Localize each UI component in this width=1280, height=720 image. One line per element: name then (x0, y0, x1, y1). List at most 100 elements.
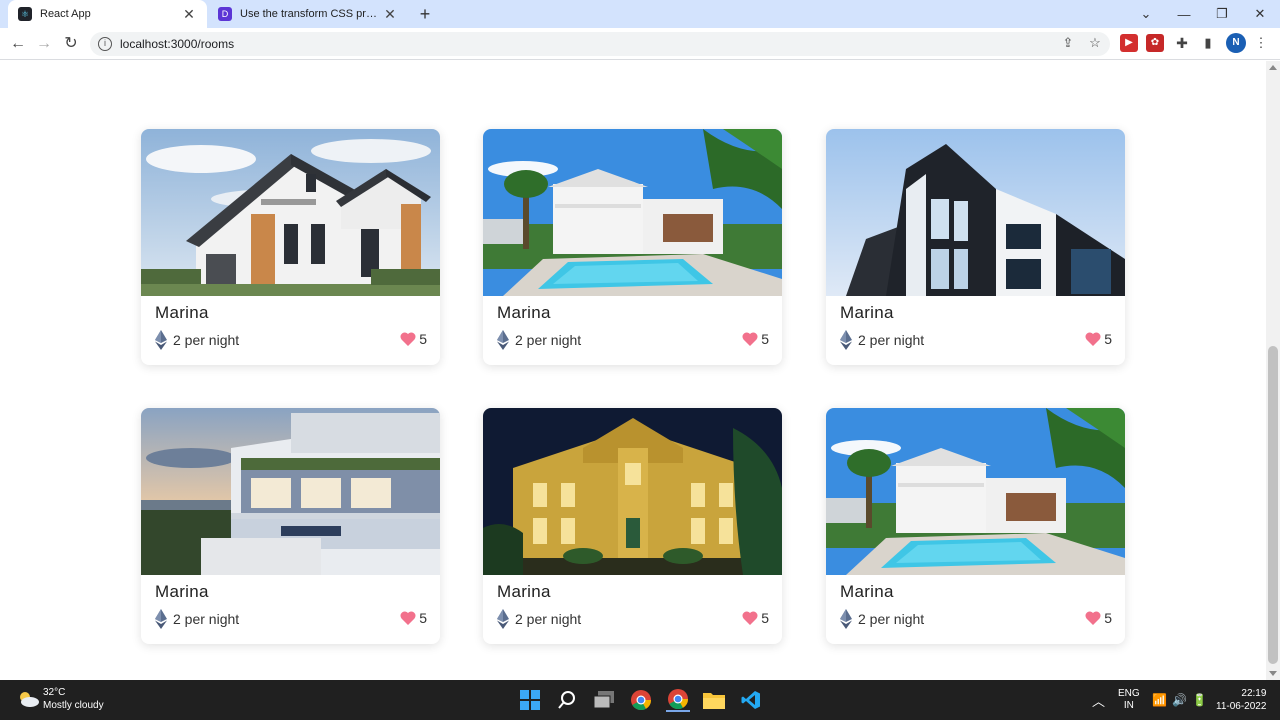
modern-gabled-house-photo (141, 129, 440, 296)
room-price: 2 per night (155, 609, 239, 629)
room-price-text: 2 per night (515, 332, 582, 348)
room-likes[interactable]: 5 (400, 610, 427, 626)
room-card[interactable]: Marina 2 per night 5 (483, 129, 782, 365)
room-likes[interactable]: 5 (742, 610, 769, 626)
chrome-profile-active-icon[interactable] (666, 688, 690, 712)
close-tab-icon[interactable]: ✕ (181, 6, 197, 23)
scroll-down-arrow-icon[interactable] (1269, 671, 1277, 676)
room-likes[interactable]: 5 (742, 331, 769, 347)
show-hidden-icons-icon[interactable]: ︿ (1092, 680, 1105, 720)
rooms-page: Marina 2 per night 5 Marina 2 per night … (0, 61, 1266, 680)
clock-date: 11-06-2022 (1216, 701, 1267, 712)
likes-count: 5 (1104, 331, 1112, 347)
reload-icon[interactable]: ↻ (59, 32, 83, 56)
close-window-icon[interactable]: ✕ (1241, 0, 1279, 28)
forward-icon[interactable]: → (32, 32, 56, 56)
lit-mansion-night-photo (483, 408, 782, 575)
room-price-text: 2 per night (173, 611, 240, 627)
scrollbar-thumb[interactable] (1268, 346, 1278, 664)
cloudy-weather-icon (20, 692, 39, 707)
windows-start-icon[interactable] (518, 688, 542, 712)
likes-count: 5 (419, 610, 427, 626)
ethereum-icon (840, 609, 852, 629)
ethereum-icon (155, 609, 167, 629)
browser-menu-icon[interactable]: ⋮ (1250, 32, 1272, 54)
windows-taskbar: 32°C Mostly cloudy ︿ ENG IN 📶 🔊 🔋 22:19 … (0, 680, 1280, 720)
share-icon[interactable]: ⇪ (1057, 32, 1079, 54)
heart-icon[interactable] (1085, 611, 1101, 625)
red-extension-icon[interactable]: ✿ (1146, 34, 1164, 52)
heart-icon[interactable] (400, 611, 416, 625)
room-name: Marina (840, 303, 894, 322)
room-price-text: 2 per night (858, 611, 925, 627)
room-price: 2 per night (840, 330, 924, 350)
heart-icon[interactable] (1085, 332, 1101, 346)
room-card[interactable]: Marina 2 per night 5 (141, 408, 440, 644)
ethereum-icon (840, 330, 852, 350)
react-favicon-icon: ⚛ (18, 7, 32, 21)
address-bar[interactable]: i localhost:3000/rooms (90, 32, 1110, 56)
room-name: Marina (497, 582, 551, 601)
dark-modern-building-photo (826, 129, 1125, 296)
close-tab-icon[interactable]: ✕ (382, 6, 398, 23)
site-info-icon[interactable]: i (98, 37, 112, 51)
villa-with-pool-photo (826, 408, 1125, 575)
language-indicator[interactable]: ENG IN (1118, 680, 1140, 720)
back-icon[interactable]: ← (6, 32, 30, 56)
battery-icon[interactable]: 🔋 (1192, 680, 1207, 720)
file-explorer-icon[interactable] (702, 688, 726, 712)
heart-icon[interactable] (742, 332, 758, 346)
room-card[interactable]: Marina 2 per night 5 (141, 129, 440, 365)
room-likes[interactable]: 5 (1085, 610, 1112, 626)
tab-title: React App (40, 8, 91, 20)
room-card[interactable]: Marina 2 per night 5 (483, 408, 782, 644)
vscode-icon[interactable] (739, 688, 763, 712)
clock[interactable]: 22:19 11-06-2022 (1216, 680, 1266, 720)
wifi-icon[interactable]: 📶 (1152, 680, 1167, 720)
scroll-up-arrow-icon[interactable] (1269, 65, 1277, 70)
room-price-text: 2 per night (858, 332, 925, 348)
new-tab-button[interactable]: + (414, 3, 436, 25)
room-name: Marina (155, 582, 209, 601)
maximize-icon[interactable]: ❐ (1203, 0, 1241, 28)
room-price-text: 2 per night (173, 332, 240, 348)
tab-transform-css[interactable]: D Use the transform CSS property t ✕ (208, 0, 408, 28)
profile-avatar[interactable]: N (1226, 33, 1246, 53)
room-card[interactable]: Marina 2 per night 5 (826, 408, 1125, 644)
task-view-icon[interactable] (592, 688, 616, 712)
heart-icon[interactable] (400, 332, 416, 346)
likes-count: 5 (761, 610, 769, 626)
likes-count: 5 (761, 331, 769, 347)
url-text: localhost:3000/rooms (120, 37, 235, 51)
dev-site-favicon-icon: D (218, 7, 232, 21)
weather-temperature: 32°C (43, 687, 66, 698)
region-code: IN (1123, 700, 1134, 711)
tab-search-icon[interactable]: ⌄ (1127, 0, 1165, 28)
room-price: 2 per night (497, 609, 581, 629)
side-panel-icon[interactable]: ▮ (1197, 32, 1219, 54)
chrome-icon[interactable] (629, 688, 653, 712)
heart-icon[interactable] (742, 611, 758, 625)
search-icon[interactable] (555, 688, 579, 712)
likes-count: 5 (1104, 610, 1112, 626)
minimize-icon[interactable]: — (1165, 0, 1203, 28)
youtube-extension-icon[interactable]: ▶ (1120, 34, 1138, 52)
rooftop-terrace-photo (141, 408, 440, 575)
volume-icon[interactable]: 🔊 (1172, 680, 1187, 720)
room-card[interactable]: Marina 2 per night 5 (826, 129, 1125, 365)
page-scrollbar[interactable] (1266, 61, 1280, 680)
room-name: Marina (155, 303, 209, 322)
ethereum-icon (497, 609, 509, 629)
room-name: Marina (840, 582, 894, 601)
ethereum-icon (155, 330, 167, 350)
room-price: 2 per night (155, 330, 239, 350)
room-price: 2 per night (497, 330, 581, 350)
room-likes[interactable]: 5 (400, 331, 427, 347)
tab-react-app[interactable]: ⚛ React App ✕ (8, 0, 207, 28)
extensions-puzzle-icon[interactable]: ✚ (1171, 32, 1193, 54)
bookmark-star-icon[interactable]: ☆ (1084, 32, 1106, 54)
weather-widget[interactable]: 32°C Mostly cloudy (16, 686, 104, 712)
room-likes[interactable]: 5 (1085, 331, 1112, 347)
tab-strip: ⚛ React App ✕ D Use the transform CSS pr… (0, 0, 1280, 28)
likes-count: 5 (419, 331, 427, 347)
